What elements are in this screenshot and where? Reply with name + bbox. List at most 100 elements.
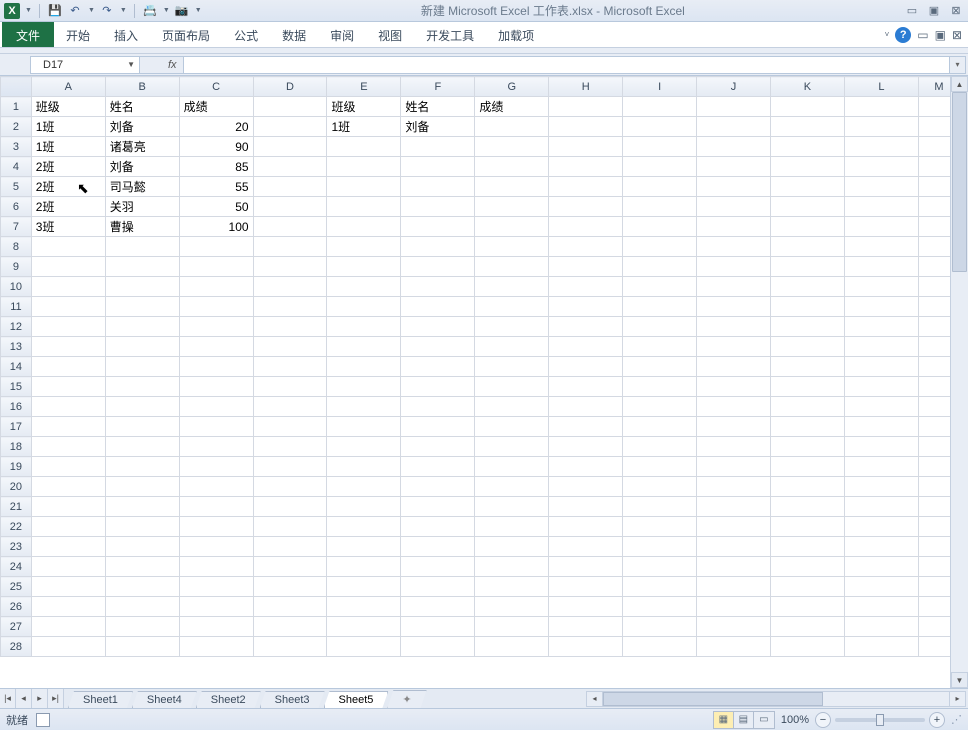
- cell-B8[interactable]: [105, 237, 179, 257]
- cell-A15[interactable]: [31, 377, 105, 397]
- row-header-26[interactable]: 26: [1, 597, 32, 617]
- cell-K22[interactable]: [771, 517, 845, 537]
- cell-H17[interactable]: [549, 417, 623, 437]
- cell-I28[interactable]: [623, 637, 697, 657]
- tab-开发工具[interactable]: 开发工具: [414, 22, 486, 47]
- cell-G25[interactable]: [475, 577, 549, 597]
- cell-H3[interactable]: [549, 137, 623, 157]
- cell-D16[interactable]: [253, 397, 327, 417]
- tab-公式[interactable]: 公式: [222, 22, 270, 47]
- cell-F16[interactable]: [401, 397, 475, 417]
- macro-record-icon[interactable]: [36, 713, 50, 727]
- cell-A28[interactable]: [31, 637, 105, 657]
- cell-E11[interactable]: [327, 297, 401, 317]
- cell-I27[interactable]: [623, 617, 697, 637]
- row-header-4[interactable]: 4: [1, 157, 32, 177]
- cell-J18[interactable]: [697, 437, 771, 457]
- sheet-nav-last-icon[interactable]: ▸|: [48, 689, 64, 708]
- cell-J23[interactable]: [697, 537, 771, 557]
- cell-K20[interactable]: [771, 477, 845, 497]
- cell-L18[interactable]: [844, 437, 918, 457]
- cell-L5[interactable]: [844, 177, 918, 197]
- column-header-J[interactable]: J: [697, 77, 771, 97]
- cell-I4[interactable]: [623, 157, 697, 177]
- cell-K11[interactable]: [771, 297, 845, 317]
- cell-G28[interactable]: [475, 637, 549, 657]
- cell-G3[interactable]: [475, 137, 549, 157]
- cell-K2[interactable]: [771, 117, 845, 137]
- row-header-5[interactable]: 5: [1, 177, 32, 197]
- cell-L7[interactable]: [844, 217, 918, 237]
- cell-B4[interactable]: 刘备: [105, 157, 179, 177]
- cell-I1[interactable]: [623, 97, 697, 117]
- column-header-F[interactable]: F: [401, 77, 475, 97]
- cell-M12[interactable]: [918, 317, 950, 337]
- cell-A11[interactable]: [31, 297, 105, 317]
- cell-L16[interactable]: [844, 397, 918, 417]
- cell-C20[interactable]: [179, 477, 253, 497]
- cell-I15[interactable]: [623, 377, 697, 397]
- row-header-12[interactable]: 12: [1, 317, 32, 337]
- cell-H22[interactable]: [549, 517, 623, 537]
- cell-F25[interactable]: [401, 577, 475, 597]
- cell-L2[interactable]: [844, 117, 918, 137]
- scroll-thumb[interactable]: [952, 92, 967, 272]
- cell-L10[interactable]: [844, 277, 918, 297]
- cell-B26[interactable]: [105, 597, 179, 617]
- zoom-level[interactable]: 100%: [781, 714, 809, 726]
- cell-M3[interactable]: [918, 137, 950, 157]
- cell-E14[interactable]: [327, 357, 401, 377]
- cell-J20[interactable]: [697, 477, 771, 497]
- cell-A21[interactable]: [31, 497, 105, 517]
- cell-J3[interactable]: [697, 137, 771, 157]
- cell-E13[interactable]: [327, 337, 401, 357]
- cell-C18[interactable]: [179, 437, 253, 457]
- cell-H2[interactable]: [549, 117, 623, 137]
- undo-dropdown[interactable]: ▼: [88, 7, 95, 14]
- cell-I5[interactable]: [623, 177, 697, 197]
- cell-E9[interactable]: [327, 257, 401, 277]
- cell-B5[interactable]: 司马懿: [105, 177, 179, 197]
- cell-E18[interactable]: [327, 437, 401, 457]
- cell-J22[interactable]: [697, 517, 771, 537]
- cell-C10[interactable]: [179, 277, 253, 297]
- row-header-24[interactable]: 24: [1, 557, 32, 577]
- row-header-18[interactable]: 18: [1, 437, 32, 457]
- cell-G5[interactable]: [475, 177, 549, 197]
- cell-F5[interactable]: [401, 177, 475, 197]
- cell-B24[interactable]: [105, 557, 179, 577]
- tab-开始[interactable]: 开始: [54, 22, 102, 47]
- cell-M14[interactable]: [918, 357, 950, 377]
- row-header-3[interactable]: 3: [1, 137, 32, 157]
- scroll-left-icon[interactable]: ◂: [587, 692, 603, 706]
- cell-M18[interactable]: [918, 437, 950, 457]
- cell-I23[interactable]: [623, 537, 697, 557]
- cell-M2[interactable]: [918, 117, 950, 137]
- sheet-tab-Sheet5[interactable]: Sheet5: [324, 691, 389, 708]
- redo-icon[interactable]: ↷: [99, 3, 115, 19]
- hscroll-thumb[interactable]: [603, 692, 823, 706]
- cell-K3[interactable]: [771, 137, 845, 157]
- tab-file[interactable]: 文件: [2, 22, 54, 47]
- row-header-2[interactable]: 2: [1, 117, 32, 137]
- cell-K10[interactable]: [771, 277, 845, 297]
- cell-F17[interactable]: [401, 417, 475, 437]
- cell-G26[interactable]: [475, 597, 549, 617]
- sheet-nav-prev-icon[interactable]: ◂: [16, 689, 32, 708]
- cell-F6[interactable]: [401, 197, 475, 217]
- page-break-view-icon[interactable]: ▭: [754, 712, 774, 728]
- cell-A27[interactable]: [31, 617, 105, 637]
- sheet-tab-Sheet3[interactable]: Sheet3: [260, 691, 325, 708]
- cell-F18[interactable]: [401, 437, 475, 457]
- cell-L17[interactable]: [844, 417, 918, 437]
- column-header-M[interactable]: M: [918, 77, 950, 97]
- cell-H9[interactable]: [549, 257, 623, 277]
- cell-M4[interactable]: [918, 157, 950, 177]
- help-icon[interactable]: ?: [895, 27, 911, 43]
- resize-grip-icon[interactable]: ⋰: [951, 713, 962, 726]
- cell-A3[interactable]: 1班: [31, 137, 105, 157]
- cell-H25[interactable]: [549, 577, 623, 597]
- cell-B11[interactable]: [105, 297, 179, 317]
- cell-A25[interactable]: [31, 577, 105, 597]
- row-header-28[interactable]: 28: [1, 637, 32, 657]
